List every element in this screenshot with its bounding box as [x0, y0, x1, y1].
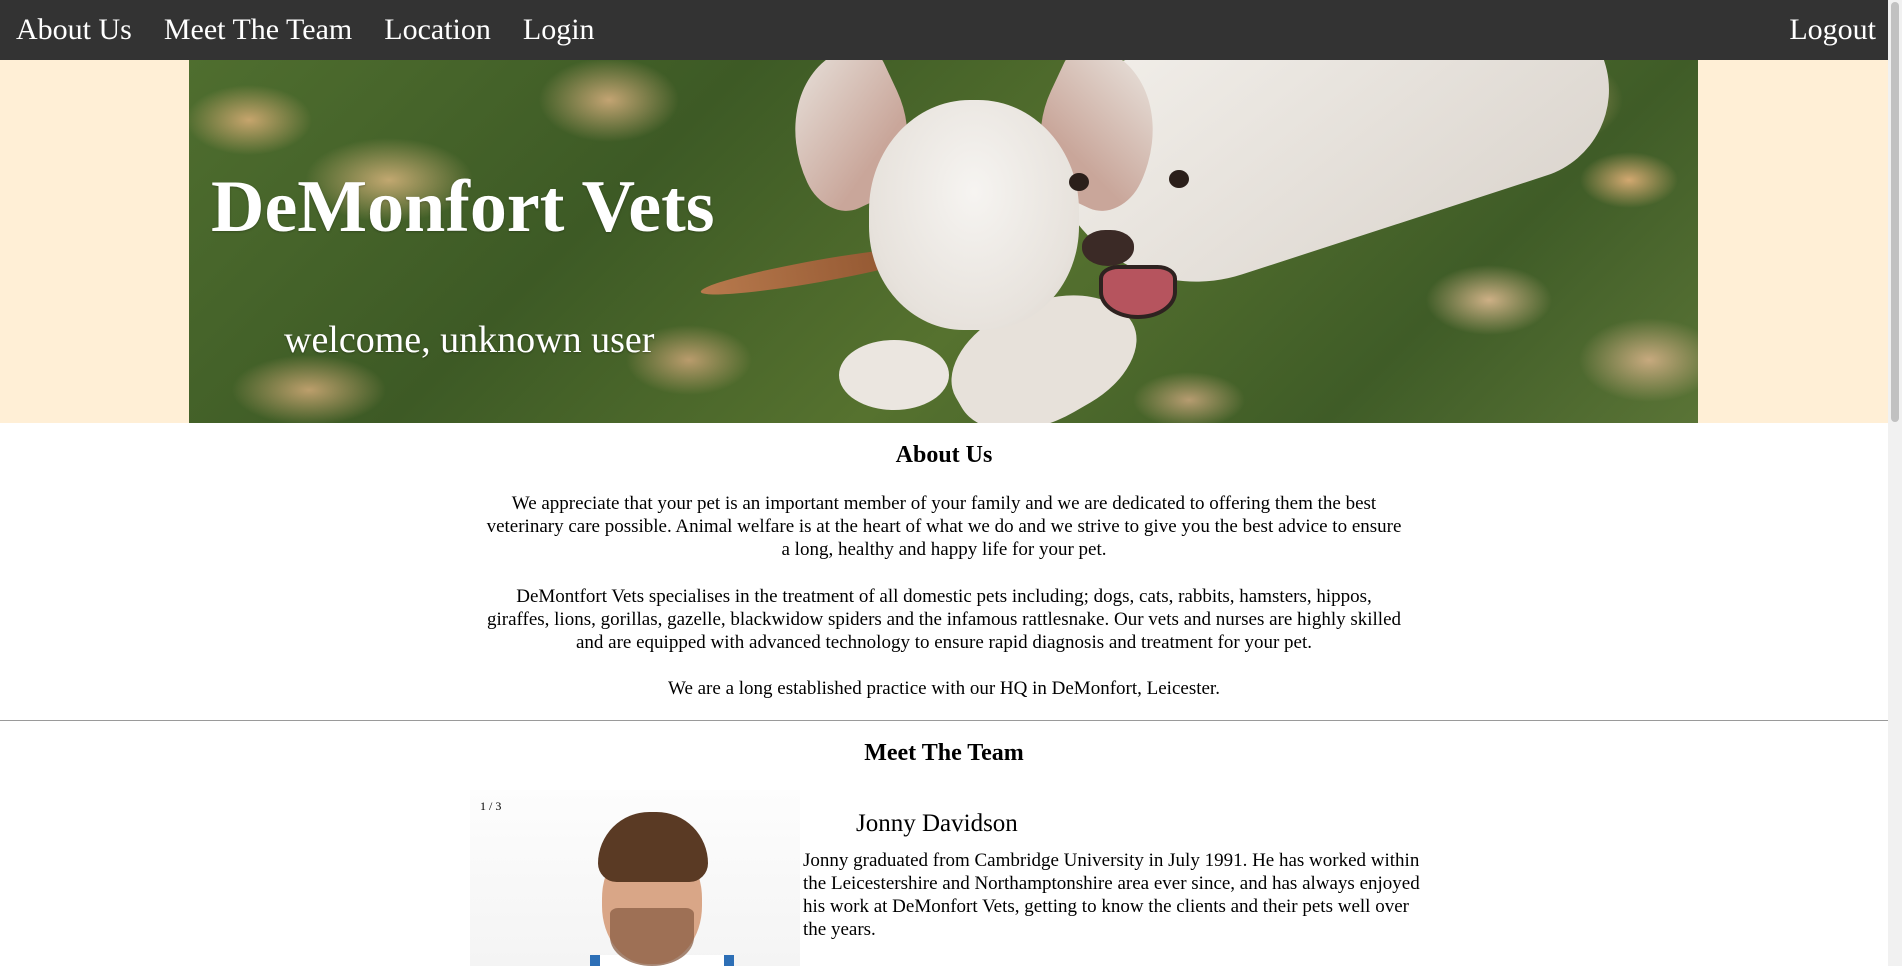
about-us-heading: About Us	[895, 442, 993, 468]
top-nav: About Us Meet The Team Location Login Lo…	[0, 0, 1888, 60]
welcome-message: welcome, unknown user	[284, 319, 655, 361]
nav-link-login[interactable]: Login	[507, 0, 611, 60]
dog-eye-right	[1169, 170, 1189, 188]
dog-mouth-shape	[1099, 265, 1177, 319]
nav-right-group: Logout	[1773, 0, 1888, 60]
nav-link-meet-the-team[interactable]: Meet The Team	[148, 0, 368, 60]
team-member-bio: Jonny graduated from Cambridge Universit…	[803, 850, 1420, 940]
photo-hair-shape	[598, 812, 708, 882]
about-paragraph-2: DeMontfort Vets specialises in the treat…	[486, 586, 1402, 653]
dog-nose-shape	[1082, 230, 1134, 266]
nav-link-location[interactable]: Location	[368, 0, 507, 60]
team-member-photo	[470, 790, 800, 966]
photo-beard-shape	[610, 908, 694, 966]
slide-counter: 1 / 3	[480, 799, 502, 813]
page-scrollbar[interactable]	[1888, 0, 1902, 966]
dog-head-shape	[869, 100, 1079, 330]
section-divider	[0, 720, 1888, 721]
nav-link-about-us[interactable]: About Us	[0, 0, 148, 60]
about-paragraph-1: We appreciate that your pet is an import…	[486, 493, 1402, 560]
dog-eye-left	[1069, 173, 1089, 191]
site-title: DeMonfort Vets	[211, 166, 715, 248]
team-member-name: Jonny Davidson	[856, 810, 1018, 837]
dog-paw-shape	[839, 340, 949, 410]
nav-link-logout[interactable]: Logout	[1773, 13, 1888, 46]
nav-left-group: About Us Meet The Team Location Login	[0, 0, 611, 60]
about-paragraph-3: We are a long established practice with …	[668, 678, 1220, 699]
meet-the-team-heading: Meet The Team	[864, 740, 1024, 766]
scrollbar-thumb[interactable]	[1891, 2, 1899, 422]
